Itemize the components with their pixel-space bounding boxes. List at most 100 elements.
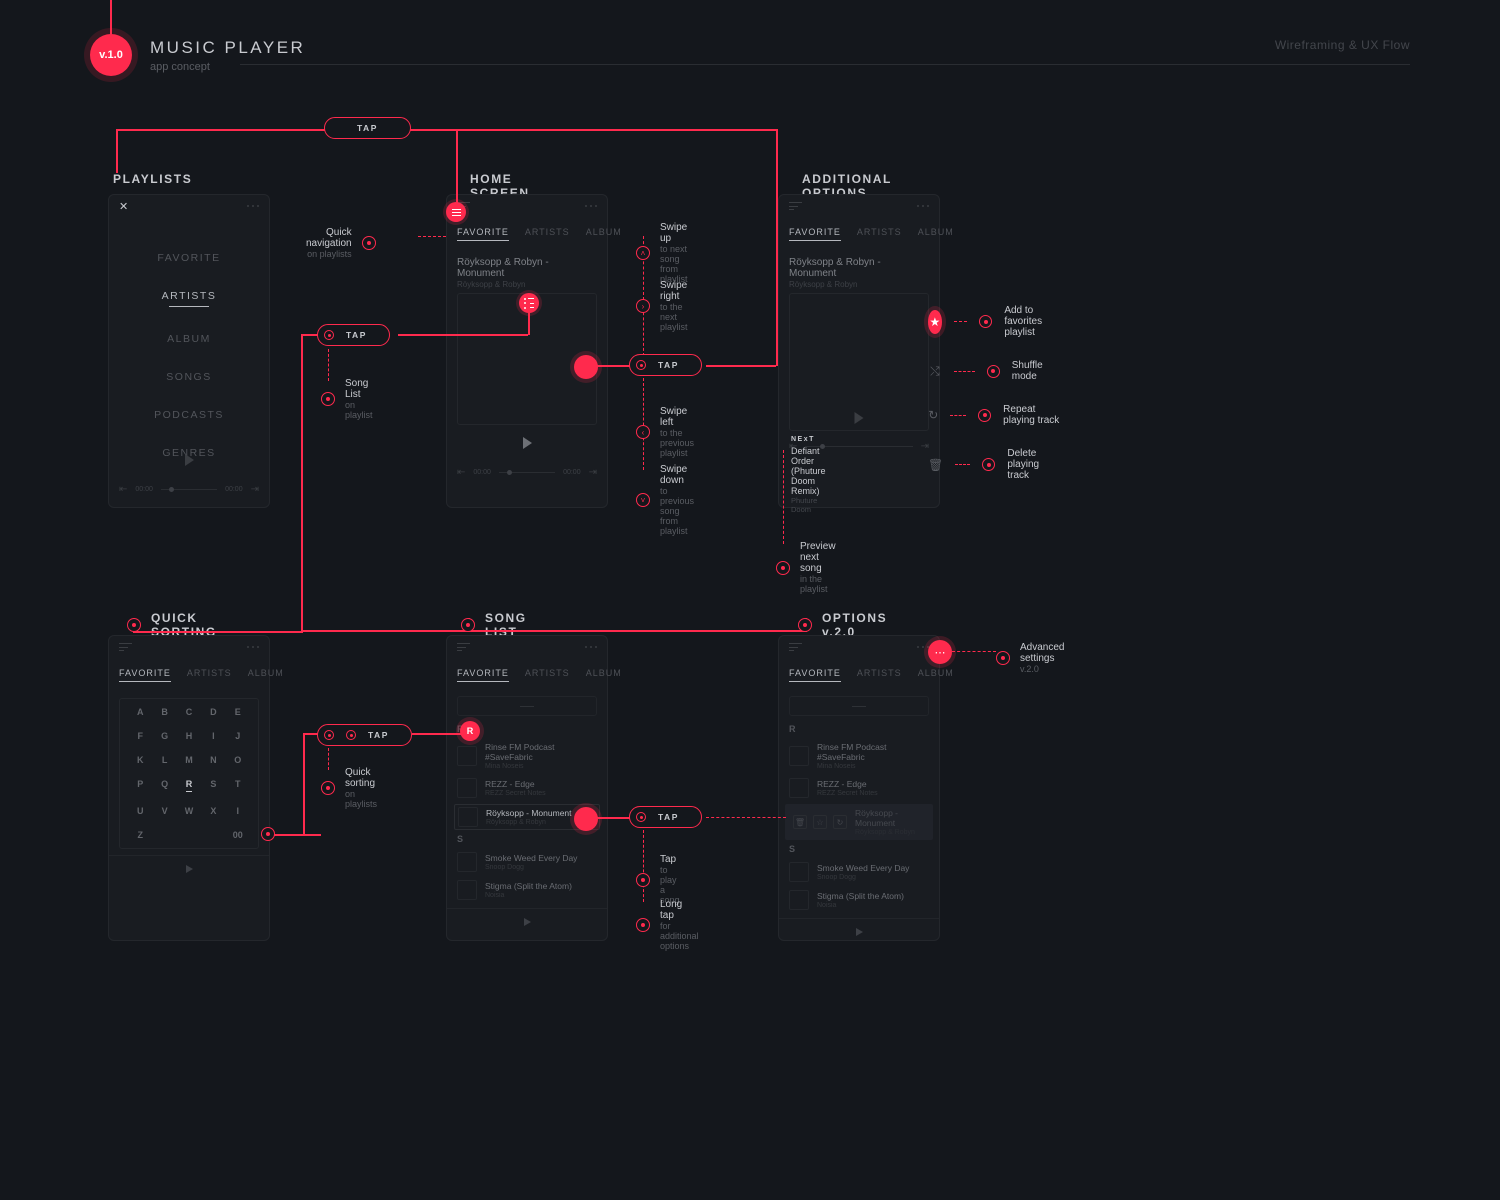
menu-item-album[interactable]: ALBUM (121, 320, 257, 358)
alpha-cell[interactable]: S (201, 779, 225, 792)
tab-album[interactable]: ALBUM (918, 668, 954, 682)
close-icon[interactable]: ✕ (119, 200, 128, 213)
menu-icon[interactable] (789, 643, 802, 651)
menu-icon[interactable] (789, 202, 802, 210)
menu-item-podcasts[interactable]: PODCASTS (121, 396, 257, 434)
alpha-cell[interactable] (177, 830, 201, 840)
action-repeat[interactable]: ↻ Repeat playing track (928, 404, 1063, 426)
tab-favorite[interactable]: FAVORITE (457, 227, 509, 241)
alpha-cell[interactable]: O (226, 755, 250, 765)
song-row[interactable]: REZZ - EdgeREZZ Secret Notes (457, 774, 597, 802)
more-icon[interactable] (917, 646, 930, 649)
alpha-cell[interactable]: B (152, 707, 176, 717)
seek-bar[interactable] (499, 472, 555, 473)
alpha-cell[interactable]: W (177, 806, 201, 816)
action-delete[interactable]: 🗑 Delete playing track (928, 448, 1063, 481)
alpha-cell[interactable]: E (226, 707, 250, 717)
repeat-icon[interactable]: ↻ (833, 815, 847, 829)
more-icon[interactable] (247, 646, 260, 649)
star-icon[interactable]: ☆ (813, 815, 827, 829)
song-row[interactable]: Stigma (Split the Atom)Noisia (457, 876, 597, 904)
song-row[interactable]: Rinse FM Podcast #SaveFabricMina Noseis (457, 738, 597, 774)
tab-album[interactable]: ALBUM (918, 227, 954, 241)
alpha-cell[interactable]: U (128, 806, 152, 816)
pill-tap-sort[interactable]: TAP (317, 724, 412, 746)
alpha-cell[interactable]: G (152, 731, 176, 741)
alpha-cell[interactable]: Z (128, 830, 152, 840)
prev-icon[interactable]: ⇤ (119, 484, 127, 495)
tab-favorite[interactable]: FAVORITE (789, 668, 841, 682)
song-row[interactable]: REZZ - EdgeREZZ Secret Notes (789, 774, 929, 802)
list-handle[interactable] (457, 696, 597, 716)
letter-R-node[interactable]: R (460, 721, 480, 741)
more-icon[interactable] (585, 646, 598, 649)
alpha-grid[interactable]: ABCDEFGHIJKLMNOPQRSTUVWXIZ00 (119, 698, 259, 849)
tab-favorite[interactable]: FAVORITE (119, 668, 171, 682)
more-icon[interactable] (917, 205, 930, 208)
play-button[interactable] (779, 918, 939, 944)
prev-icon[interactable]: ⇤ (457, 467, 465, 478)
play-button[interactable] (447, 425, 607, 461)
tab-artists[interactable]: ARTISTS (857, 227, 902, 241)
alpha-cell[interactable]: H (177, 731, 201, 741)
next-icon[interactable]: ⇥ (589, 467, 597, 478)
alpha-cell[interactable]: N (201, 755, 225, 765)
pill-tap-home[interactable]: TAP (629, 354, 702, 376)
tab-favorite[interactable]: FAVORITE (457, 668, 509, 682)
alpha-cell[interactable]: F (128, 731, 152, 741)
menu-icon[interactable] (119, 643, 132, 651)
trash-icon[interactable]: 🗑 (793, 815, 807, 829)
alpha-cell[interactable] (201, 830, 225, 840)
action-shuffle[interactable]: ⤭ Shuffle mode (928, 360, 1063, 382)
alpha-cell[interactable]: P (128, 779, 152, 792)
alpha-cell[interactable]: L (152, 755, 176, 765)
song-row[interactable]: Smoke Weed Every DaySnoop Dogg (789, 858, 929, 886)
song-row[interactable]: Rinse FM Podcast #SaveFabricMina Noseis (789, 738, 929, 774)
tab-album[interactable]: ALBUM (586, 668, 622, 682)
tab-artists[interactable]: ARTISTS (525, 668, 570, 682)
alpha-cell[interactable]: A (128, 707, 152, 717)
play-button[interactable] (109, 855, 269, 881)
tab-album[interactable]: ALBUM (586, 227, 622, 241)
menu-icon[interactable] (457, 643, 470, 651)
hamburger-node-icon[interactable] (446, 202, 466, 222)
song-row-options[interactable]: 🗑 ☆ ↻ Röyksopp - MonumentRöyksopp & Roby… (785, 804, 933, 840)
pill-tap-song[interactable]: TAP (629, 806, 702, 828)
alpha-cell[interactable]: D (201, 707, 225, 717)
menu-item-artists[interactable]: ARTISTS (121, 277, 257, 320)
tab-artists[interactable]: ARTISTS (525, 227, 570, 241)
song-row[interactable]: Stigma (Split the Atom)Noisia (789, 886, 929, 914)
next-icon[interactable]: ⇥ (251, 484, 259, 495)
alpha-cell[interactable]: R (186, 779, 193, 792)
alpha-cell[interactable]: V (152, 806, 176, 816)
alpha-cell[interactable]: K (128, 755, 152, 765)
more-node-icon[interactable]: ⋯ (928, 640, 952, 664)
tab-artists[interactable]: ARTISTS (857, 668, 902, 682)
alpha-cell[interactable]: T (226, 779, 250, 792)
alpha-cell[interactable]: J (226, 731, 250, 741)
more-icon[interactable] (585, 205, 598, 208)
seek-bar[interactable] (161, 489, 217, 490)
alpha-cell[interactable]: I (226, 806, 250, 816)
song-row[interactable]: Smoke Weed Every DaySnoop Dogg (457, 848, 597, 876)
pill-tap-songlist[interactable]: TAP (317, 324, 390, 346)
alpha-cell[interactable]: I (201, 731, 225, 741)
pill-tap-top[interactable]: TAP (324, 117, 411, 139)
alpha-cell[interactable] (152, 830, 176, 840)
menu-item-songs[interactable]: SONGS (121, 358, 257, 396)
menu-item-favorite[interactable]: FAVORITE (121, 239, 257, 277)
tab-artists[interactable]: ARTISTS (187, 668, 232, 682)
list-handle[interactable] (789, 696, 929, 716)
alpha-cell[interactable]: X (201, 806, 225, 816)
tab-favorite[interactable]: FAVORITE (789, 227, 841, 241)
album-art[interactable] (789, 293, 929, 431)
alpha-cell[interactable]: 00 (226, 830, 250, 840)
alpha-cell[interactable]: C (177, 707, 201, 717)
play-button[interactable] (447, 908, 607, 934)
alpha-cell[interactable]: Q (152, 779, 176, 792)
tap-target-song[interactable] (574, 807, 598, 831)
action-favorite[interactable]: ★ Add to favorites playlist (928, 305, 1063, 338)
alpha-cell[interactable]: M (177, 755, 201, 765)
tap-target-home[interactable] (574, 355, 598, 379)
tab-album[interactable]: ALBUM (248, 668, 284, 682)
